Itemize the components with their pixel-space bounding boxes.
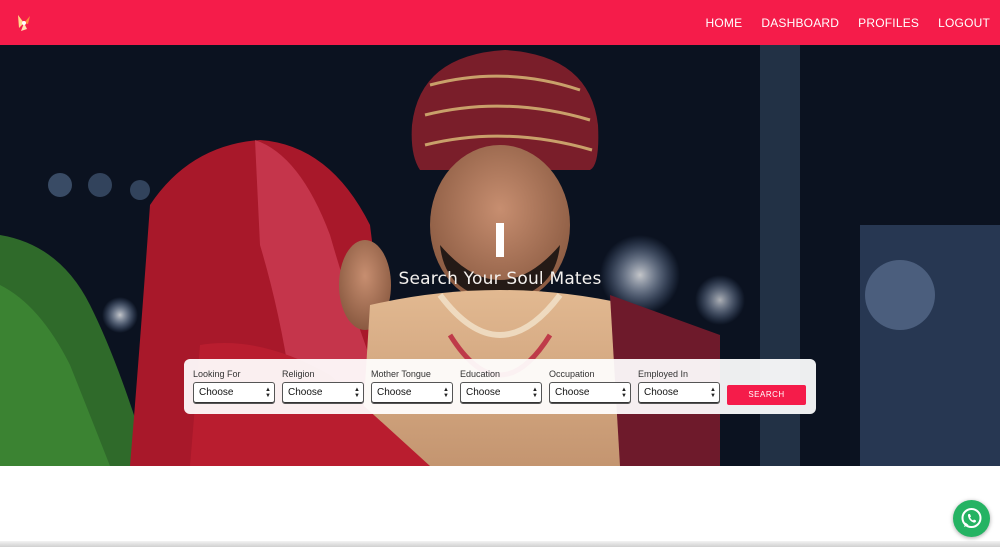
select-arrows-icon: ▲ ▼ — [621, 387, 627, 399]
select-arrows-icon: ▲ ▼ — [265, 387, 271, 399]
select-arrows-icon: ▲ ▼ — [710, 387, 716, 399]
occupation-field: Occupation Choose ▲ ▼ — [549, 368, 631, 404]
nav-profiles-link[interactable]: PROFILES — [858, 16, 919, 30]
looking-for-field: Looking For Choose ▲ ▼ — [193, 368, 275, 404]
mother-tongue-field: Mother Tongue Choose ▲ ▼ — [371, 368, 453, 404]
looking-for-label: Looking For — [193, 369, 241, 379]
occupation-value: Choose — [555, 387, 590, 398]
whatsapp-icon — [961, 508, 982, 528]
select-arrows-icon: ▲ ▼ — [354, 387, 360, 399]
employed-in-select[interactable]: Choose ▲ ▼ — [638, 382, 720, 404]
nav-dashboard-link[interactable]: DASHBOARD — [761, 16, 839, 30]
mother-tongue-select[interactable]: Choose ▲ ▼ — [371, 382, 453, 404]
main-nav: HOME DASHBOARD PROFILES LOGOUT — [687, 0, 990, 45]
whatsapp-chat-button[interactable] — [953, 500, 990, 537]
mother-tongue-label: Mother Tongue — [371, 369, 431, 379]
top-navbar: HOME DASHBOARD PROFILES LOGOUT — [0, 0, 1000, 45]
education-label: Education — [460, 369, 501, 379]
hero-banner: Search Your Soul Mates Looking For Choos… — [0, 45, 1000, 466]
religion-value: Choose — [288, 387, 323, 398]
religion-select[interactable]: Choose ▲ ▼ — [282, 382, 364, 404]
select-arrows-icon: ▲ ▼ — [443, 387, 449, 399]
occupation-select[interactable]: Choose ▲ ▼ — [549, 382, 631, 404]
nav-home-link[interactable]: HOME — [706, 16, 743, 30]
select-arrows-icon: ▲ ▼ — [532, 387, 538, 399]
nav-logout-link[interactable]: LOGOUT — [938, 16, 990, 30]
employed-in-label: Employed In — [638, 369, 689, 379]
mother-tongue-value: Choose — [377, 387, 412, 398]
looking-for-value: Choose — [199, 387, 234, 398]
looking-for-select[interactable]: Choose ▲ ▼ — [193, 382, 275, 404]
education-field: Education Choose ▲ ▼ — [460, 368, 542, 404]
brand-logo-icon[interactable] — [12, 11, 36, 35]
hero-tagline: Search Your Soul Mates — [398, 269, 602, 289]
employed-in-value: Choose — [644, 387, 679, 398]
education-select[interactable]: Choose ▲ ▼ — [460, 382, 542, 404]
religion-field: Religion Choose ▲ ▼ — [282, 368, 364, 404]
search-panel: Looking For Choose ▲ ▼ Religion Choose ▲ ▼… — [184, 359, 816, 414]
search-button[interactable]: SEARCH — [727, 385, 806, 405]
page-bottom-edge — [0, 541, 1000, 547]
text-cursor — [496, 223, 504, 257]
employed-in-field: Employed In Choose ▲ ▼ — [638, 368, 720, 404]
religion-label: Religion — [282, 369, 315, 379]
occupation-label: Occupation — [549, 369, 595, 379]
education-value: Choose — [466, 387, 501, 398]
